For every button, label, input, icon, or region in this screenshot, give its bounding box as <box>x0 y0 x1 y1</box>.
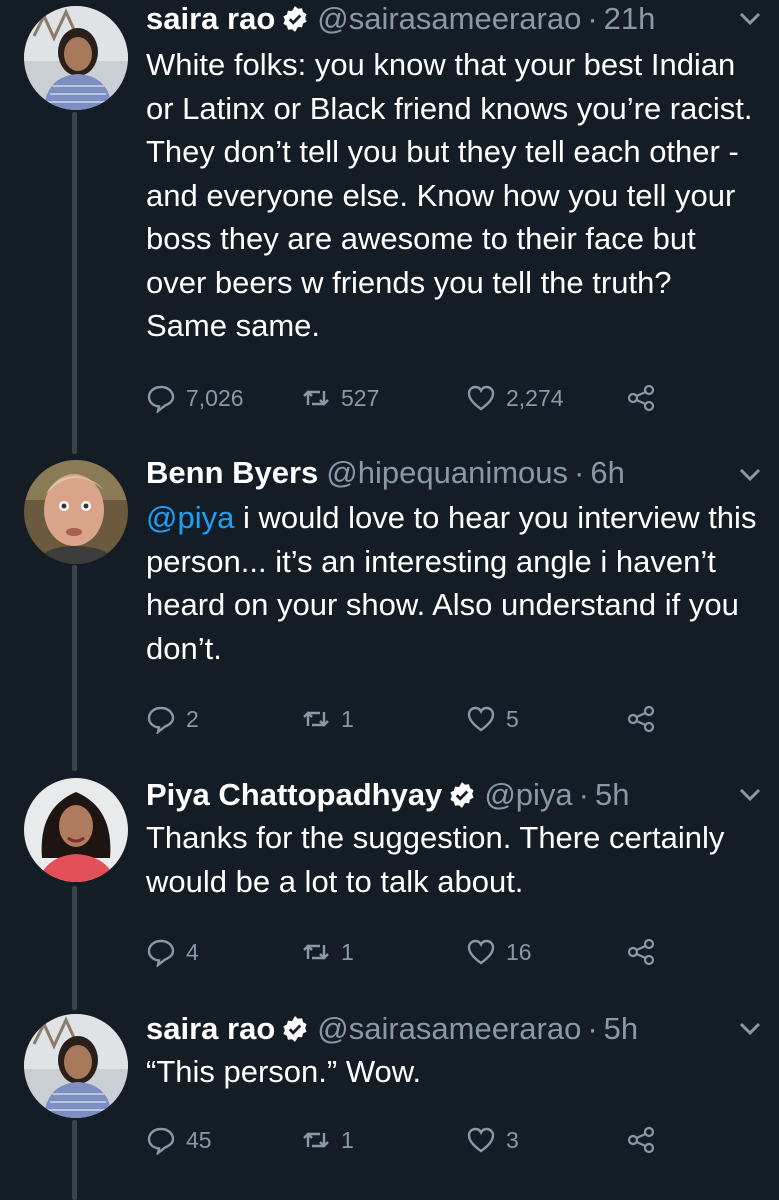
display-name[interactable]: Piya Chattopadhyay <box>146 776 442 814</box>
tweet-text: @piya i would love to hear you interview… <box>146 496 759 670</box>
share-icon <box>627 938 655 966</box>
share-button[interactable] <box>626 1122 666 1158</box>
like-button[interactable]: 3 <box>466 1122 519 1158</box>
tweet-header: Benn Byers @hipequanimous · 6h <box>146 454 739 492</box>
action-bar: 7,026 527 2,274 <box>146 380 686 416</box>
tweet[interactable]: Piya Chattopadhyay @piya · 5h Thanks for… <box>0 776 779 996</box>
display-name[interactable]: saira rao <box>146 0 275 38</box>
retweet-button[interactable]: 1 <box>301 701 354 737</box>
display-name[interactable]: saira rao <box>146 1010 275 1048</box>
retweet-button[interactable]: 1 <box>301 1122 354 1158</box>
display-name[interactable]: Benn Byers <box>146 454 318 492</box>
retweet-button[interactable]: 1 <box>301 934 354 970</box>
share-icon <box>627 705 655 733</box>
timestamp[interactable]: 21h <box>604 0 656 38</box>
handle[interactable]: @sairasameerarao <box>317 1010 581 1048</box>
like-button[interactable]: 16 <box>466 934 532 970</box>
tweet-header: saira rao @sairasameerarao · 21h <box>146 0 739 38</box>
action-bar: 45 1 3 <box>146 1122 686 1158</box>
avatar[interactable] <box>24 1014 128 1118</box>
heart-icon <box>467 385 495 411</box>
separator: · <box>587 1 598 36</box>
reply-icon <box>147 706 175 734</box>
heart-icon <box>467 939 495 965</box>
reply-button[interactable]: 7,026 <box>146 380 244 416</box>
separator: · <box>587 1011 598 1046</box>
like-button[interactable]: 2,274 <box>466 380 564 416</box>
retweet-button[interactable]: 527 <box>301 380 379 416</box>
like-count: 16 <box>506 938 532 965</box>
reply-count: 45 <box>186 1126 212 1153</box>
retweet-count: 1 <box>341 1126 354 1153</box>
handle[interactable]: @piya <box>484 776 572 814</box>
retweet-icon <box>303 1132 329 1148</box>
share-button[interactable] <box>626 701 666 737</box>
retweet-count: 1 <box>341 938 354 965</box>
verified-badge-icon <box>450 782 474 808</box>
chevron-down-icon[interactable] <box>737 464 763 484</box>
handle[interactable]: @sairasameerarao <box>317 0 581 38</box>
timestamp[interactable]: 5h <box>595 776 629 814</box>
heart-icon <box>467 706 495 732</box>
avatar[interactable] <box>24 460 128 564</box>
retweet-icon <box>303 944 329 960</box>
chevron-down-icon[interactable] <box>737 784 763 804</box>
share-icon <box>627 1126 655 1154</box>
reply-count: 2 <box>186 705 199 732</box>
reply-button[interactable]: 45 <box>146 1122 212 1158</box>
share-icon <box>627 384 655 412</box>
reply-button[interactable]: 2 <box>146 701 199 737</box>
like-count: 3 <box>506 1126 519 1153</box>
separator: · <box>578 777 589 812</box>
chevron-down-icon[interactable] <box>737 8 763 28</box>
like-count: 2,274 <box>506 384 564 411</box>
separator: · <box>574 455 585 490</box>
verified-badge-icon <box>283 1016 307 1042</box>
retweet-icon <box>303 390 329 406</box>
tweet-text: White folks: you know that your best Ind… <box>146 47 753 343</box>
avatar[interactable] <box>24 6 128 110</box>
retweet-count: 1 <box>341 705 354 732</box>
like-count: 5 <box>506 705 519 732</box>
tweet[interactable]: saira rao @sairasameerarao · 21h White f… <box>0 0 779 440</box>
retweet-icon <box>303 711 329 727</box>
tweet-header: saira rao @sairasameerarao · 5h <box>146 1010 739 1048</box>
mention-link[interactable]: @piya <box>146 500 234 535</box>
like-button[interactable]: 5 <box>466 701 519 737</box>
reply-count: 7,026 <box>186 384 244 411</box>
heart-icon <box>467 1127 495 1153</box>
verified-badge-icon <box>283 6 307 32</box>
tweet-text: Thanks for the suggestion. There certain… <box>146 820 725 899</box>
reply-icon <box>147 1127 175 1155</box>
reply-button[interactable]: 4 <box>146 934 199 970</box>
avatar[interactable] <box>24 778 128 882</box>
tweet[interactable]: saira rao @sairasameerarao · 5h “This pe… <box>0 1010 779 1200</box>
action-bar: 4 1 16 <box>146 934 686 970</box>
timestamp[interactable]: 5h <box>604 1010 638 1048</box>
reply-icon <box>147 385 175 413</box>
timestamp[interactable]: 6h <box>590 454 624 492</box>
retweet-count: 527 <box>341 384 380 411</box>
tweet-header: Piya Chattopadhyay @piya · 5h <box>146 776 739 814</box>
share-button[interactable] <box>626 380 666 416</box>
chevron-down-icon[interactable] <box>737 1018 763 1038</box>
handle[interactable]: @hipequanimous <box>326 454 568 492</box>
tweet[interactable]: Benn Byers @hipequanimous · 6h @piya i w… <box>0 454 779 756</box>
action-bar: 2 1 5 <box>146 701 686 737</box>
reply-count: 4 <box>186 938 199 965</box>
share-button[interactable] <box>626 934 666 970</box>
tweet-text-content: i would love to hear you interview this … <box>146 500 757 666</box>
tweet-text: “This person.” Wow. <box>146 1054 422 1089</box>
reply-icon <box>147 939 175 967</box>
